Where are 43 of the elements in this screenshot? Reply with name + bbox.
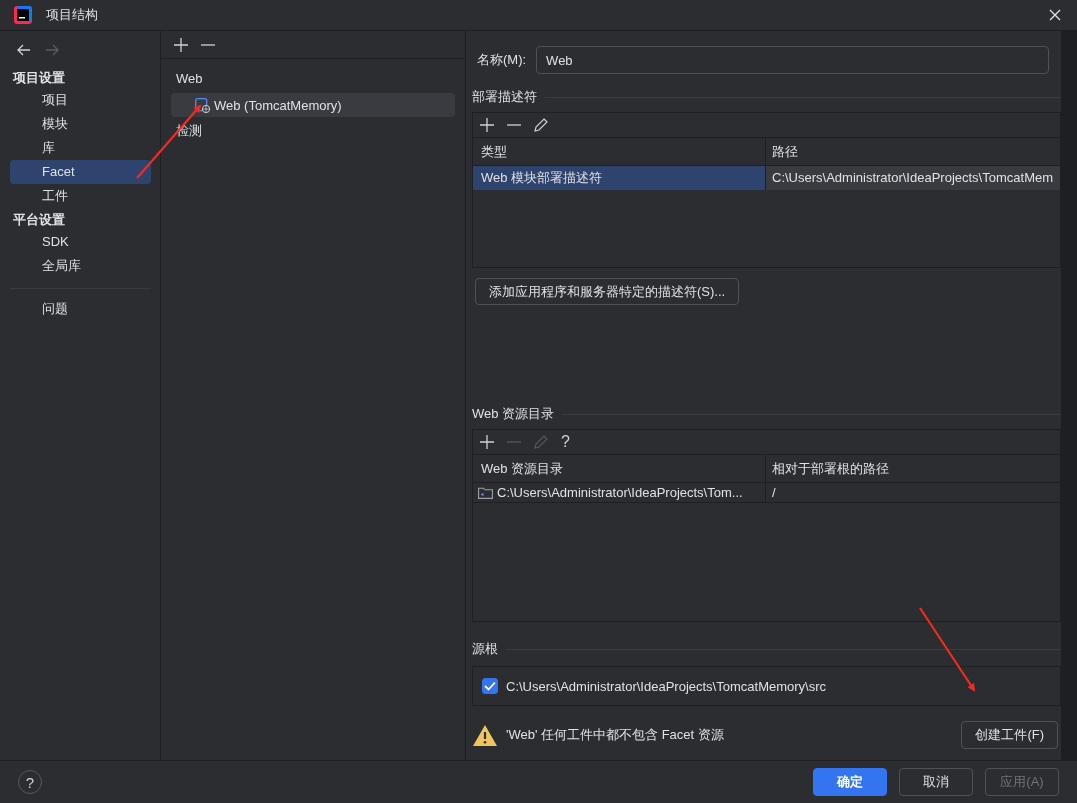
section-title: 部署描述符 bbox=[472, 88, 537, 106]
add-icon[interactable] bbox=[480, 118, 494, 132]
checkbox[interactable] bbox=[482, 678, 498, 694]
column-header[interactable]: 类型 bbox=[473, 138, 766, 165]
add-descriptor-button[interactable]: 添加应用程序和服务器特定的描述符(S)... bbox=[475, 278, 740, 305]
web-facet-icon bbox=[195, 97, 210, 113]
table-cell[interactable]: / bbox=[766, 483, 1060, 502]
sidebar-heading: 项目设置 bbox=[11, 69, 66, 87]
dialog-button[interactable]: 取消 bbox=[899, 768, 973, 796]
column-header[interactable]: Web 资源目录 bbox=[473, 455, 766, 482]
table-cell[interactable]: Web 模块部署描述符 bbox=[473, 166, 766, 190]
close-icon[interactable] bbox=[1049, 9, 1061, 21]
help-button[interactable]: ? bbox=[561, 433, 570, 451]
sidebar-item[interactable]: 项目 bbox=[10, 88, 151, 112]
sidebar-item[interactable]: 库 bbox=[10, 136, 151, 160]
column-header[interactable]: 路径 bbox=[766, 138, 1060, 165]
sidebar-item[interactable]: SDK bbox=[10, 230, 151, 254]
warning-icon bbox=[472, 723, 498, 747]
section-title: 源根 bbox=[472, 640, 498, 658]
sidebar-item[interactable]: Facet bbox=[10, 160, 151, 184]
section-title: Web 资源目录 bbox=[472, 405, 555, 423]
sidebar-item[interactable]: 模块 bbox=[10, 112, 151, 136]
name-label: 名称(M): bbox=[477, 51, 527, 69]
sidebar-item[interactable]: 工件 bbox=[10, 184, 151, 208]
warning-message: 'Web' 任何工件中都不包含 Facet 资源 bbox=[506, 726, 725, 744]
sidebar-heading: 平台设置 bbox=[12, 211, 66, 229]
window-title: 项目结构 bbox=[46, 6, 99, 24]
add-icon[interactable] bbox=[480, 435, 494, 449]
ok-button[interactable]: 确定 bbox=[813, 768, 887, 796]
table-cell[interactable]: C:\Users\Administrator\IdeaProjects\TomcatMem bbox=[766, 166, 1060, 190]
back-icon[interactable] bbox=[17, 44, 31, 56]
tree-item[interactable]: Web (TomcatMemory) bbox=[171, 93, 455, 117]
app-logo-icon bbox=[14, 6, 32, 24]
name-field[interactable]: Web bbox=[536, 46, 1049, 74]
sidebar-item[interactable]: 问题 bbox=[10, 297, 151, 321]
column-header[interactable]: 相对于部署根的路径 bbox=[766, 455, 1060, 482]
create-artifact-button[interactable]: 创建工件(F) bbox=[961, 721, 1058, 749]
sidebar-item[interactable]: 全局库 bbox=[10, 254, 151, 278]
tree-group[interactable]: Web bbox=[171, 67, 455, 91]
add-icon[interactable] bbox=[174, 37, 188, 52]
table-cell[interactable]: C:\Users\Administrator\IdeaProjects\Tom... bbox=[473, 483, 766, 502]
folder-icon bbox=[478, 486, 493, 499]
source-root-path: C:\Users\Administrator\IdeaProjects\TomcatMemory\src bbox=[506, 678, 827, 694]
